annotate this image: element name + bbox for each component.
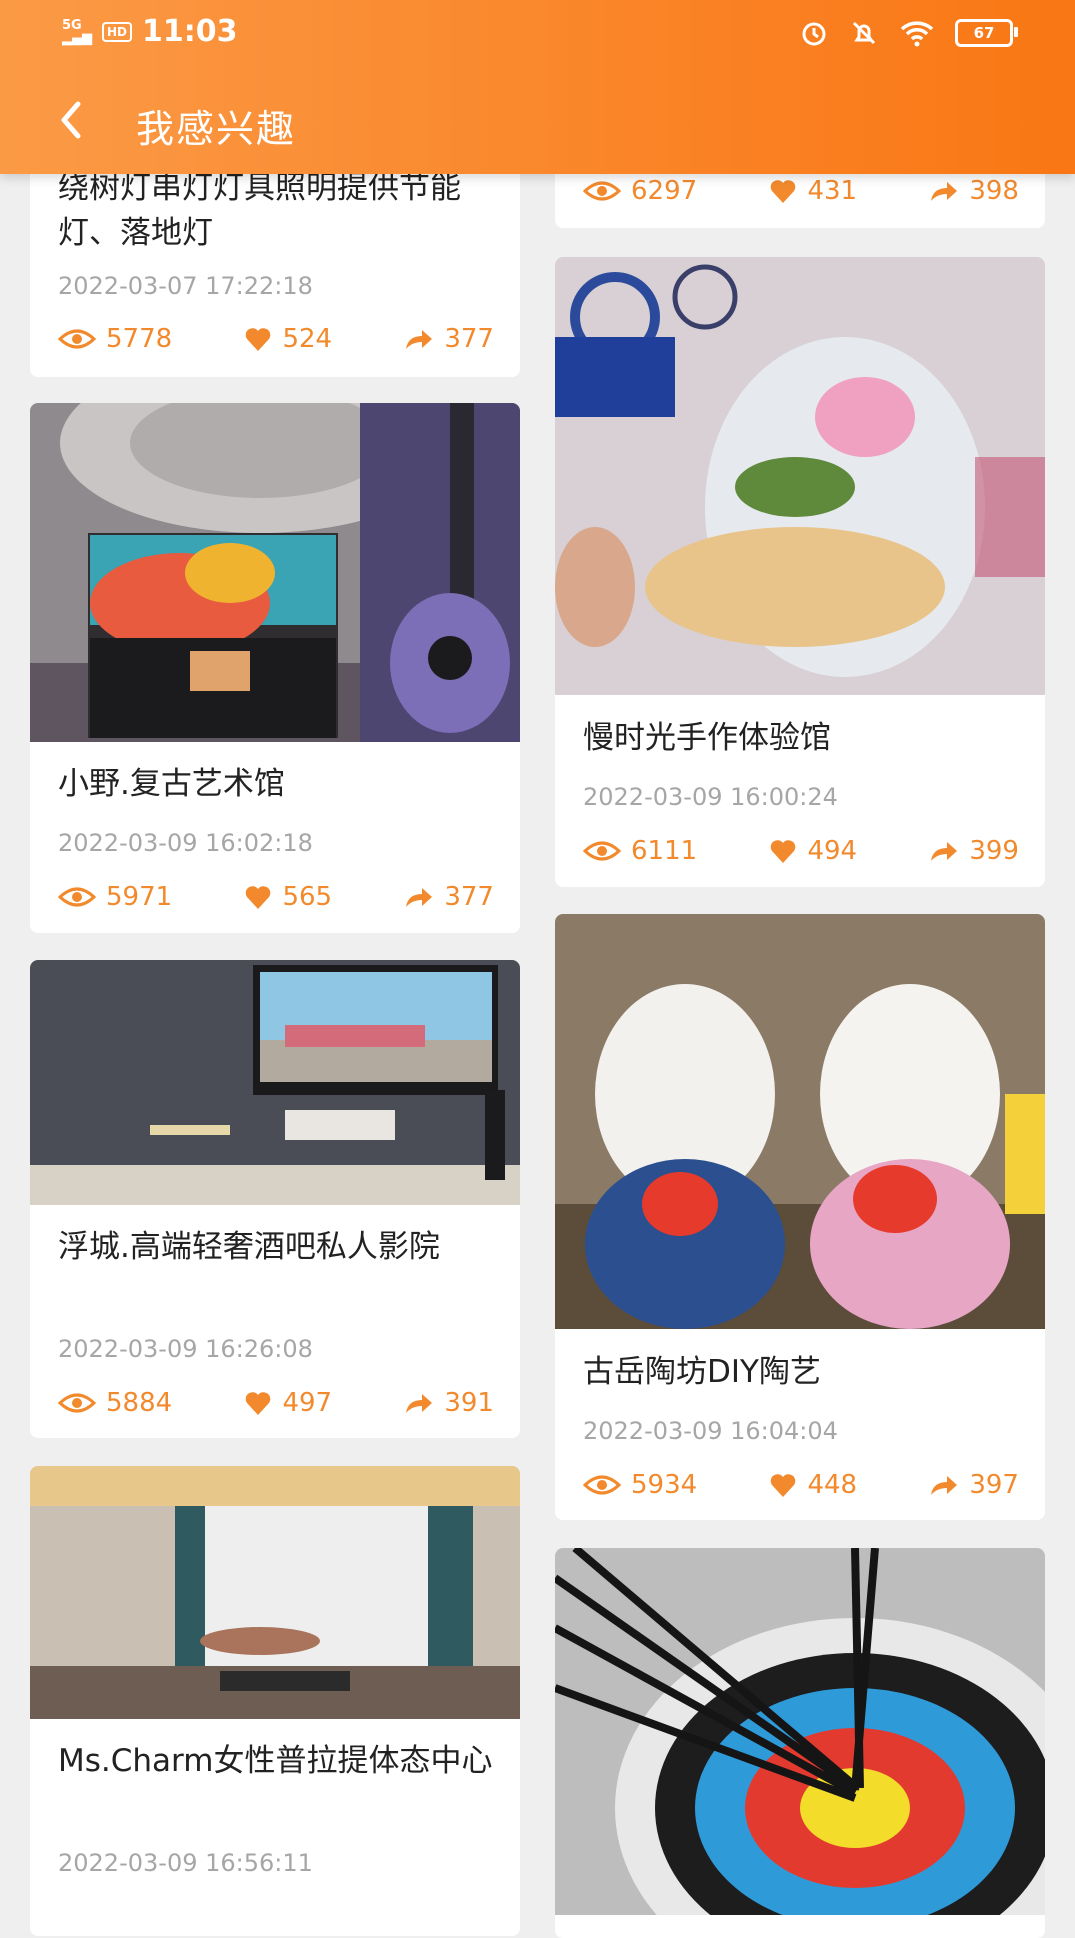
alarm-icon xyxy=(802,22,826,46)
eye-icon xyxy=(58,1393,96,1413)
venue-image xyxy=(30,1466,520,1719)
share-count: 398 xyxy=(969,176,1019,206)
eye-icon xyxy=(583,841,621,861)
venue-image xyxy=(555,257,1045,695)
share-count: 397 xyxy=(969,1470,1019,1500)
share-count: 377 xyxy=(444,324,494,354)
venue-image xyxy=(30,960,520,1205)
like-count: 524 xyxy=(282,324,333,354)
venue-card[interactable]: Ms.Charm女性普拉提体态中心 2022-03-09 16:56:11 xyxy=(30,1466,520,1936)
card-date: 2022-03-09 16:00:24 xyxy=(583,783,838,811)
venue-card[interactable]: 小野.复古艺术馆 2022-03-09 16:02:18 5971 565 37… xyxy=(30,403,520,933)
view-count: 5934 xyxy=(631,1470,698,1500)
eye-icon xyxy=(583,181,621,201)
view-count: 5884 xyxy=(106,1388,173,1418)
eye-icon xyxy=(58,329,96,349)
heart-icon[interactable] xyxy=(769,838,797,864)
battery-icon: 67 xyxy=(955,19,1018,47)
card-title: 浮城.高端轻奢酒吧私人影院 xyxy=(58,1229,440,1265)
heart-icon[interactable] xyxy=(244,884,272,910)
heart-icon[interactable] xyxy=(244,1390,272,1416)
eye-icon xyxy=(58,887,96,907)
share-arrow-icon[interactable] xyxy=(929,179,959,203)
app-header: 5G ▂▄▆ HD 11:03 67 我感兴趣 xyxy=(0,0,1075,174)
card-date: 2022-03-09 16:56:11 xyxy=(58,1849,313,1877)
card-title: 慢时光手作体验馆 xyxy=(583,720,831,756)
like-count: 494 xyxy=(807,836,858,866)
card-date: 2022-03-07 17:22:18 xyxy=(58,272,313,300)
card-title: Ms.Charm女性普拉提体态中心 xyxy=(58,1743,493,1779)
share-arrow-icon[interactable] xyxy=(404,1391,434,1415)
wifi-icon xyxy=(900,21,934,47)
hd-badge: HD xyxy=(102,21,133,42)
like-count: 431 xyxy=(807,176,858,206)
page-title: 我感兴趣 xyxy=(136,107,297,151)
venue-card[interactable]: 古岳陶坊DIY陶艺 2022-03-09 16:04:04 5934 448 3… xyxy=(555,914,1045,1520)
status-bar: 5G ▂▄▆ HD 11:03 67 xyxy=(0,0,1075,62)
share-arrow-icon[interactable] xyxy=(929,839,959,863)
card-date: 2022-03-09 16:02:18 xyxy=(58,829,313,857)
nav-bar: 我感兴趣 xyxy=(0,84,1075,164)
venue-image xyxy=(555,914,1045,1329)
venue-image xyxy=(30,403,520,742)
heart-icon[interactable] xyxy=(769,178,797,204)
share-arrow-icon[interactable] xyxy=(929,1473,959,1497)
card-date: 2022-03-09 16:04:04 xyxy=(583,1417,838,1445)
eye-icon xyxy=(583,1475,621,1495)
share-count: 377 xyxy=(444,882,494,912)
venue-card[interactable] xyxy=(555,1548,1045,1938)
view-count: 5971 xyxy=(106,882,173,912)
venue-card[interactable]: 浮城.高端轻奢酒吧私人影院 2022-03-09 16:26:08 5884 4… xyxy=(30,960,520,1438)
signal-icon: 5G ▂▄▆ xyxy=(62,17,92,46)
venue-image xyxy=(555,1548,1045,1915)
view-count: 6297 xyxy=(631,176,698,206)
card-title: 绕树灯串灯灯具照明提供节能灯、落地灯 xyxy=(58,170,461,251)
view-count: 6111 xyxy=(631,836,698,866)
share-count: 391 xyxy=(444,1388,494,1418)
view-count: 5778 xyxy=(106,324,173,354)
card-date: 2022-03-09 16:26:08 xyxy=(58,1335,313,1363)
card-title: 古岳陶坊DIY陶艺 xyxy=(583,1354,821,1390)
like-count: 497 xyxy=(282,1388,333,1418)
heart-icon[interactable] xyxy=(244,326,272,352)
heart-icon[interactable] xyxy=(769,1472,797,1498)
like-count: 565 xyxy=(282,882,333,912)
card-title: 小野.复古艺术馆 xyxy=(58,766,285,802)
back-arrow-icon[interactable] xyxy=(52,98,92,142)
mute-bell-icon xyxy=(852,21,876,45)
share-arrow-icon[interactable] xyxy=(404,885,434,909)
like-count: 448 xyxy=(807,1470,858,1500)
venue-card[interactable]: 慢时光手作体验馆 2022-03-09 16:00:24 6111 494 39… xyxy=(555,257,1045,887)
status-time: 11:03 xyxy=(142,14,238,49)
share-count: 399 xyxy=(969,836,1019,866)
share-arrow-icon[interactable] xyxy=(404,327,434,351)
